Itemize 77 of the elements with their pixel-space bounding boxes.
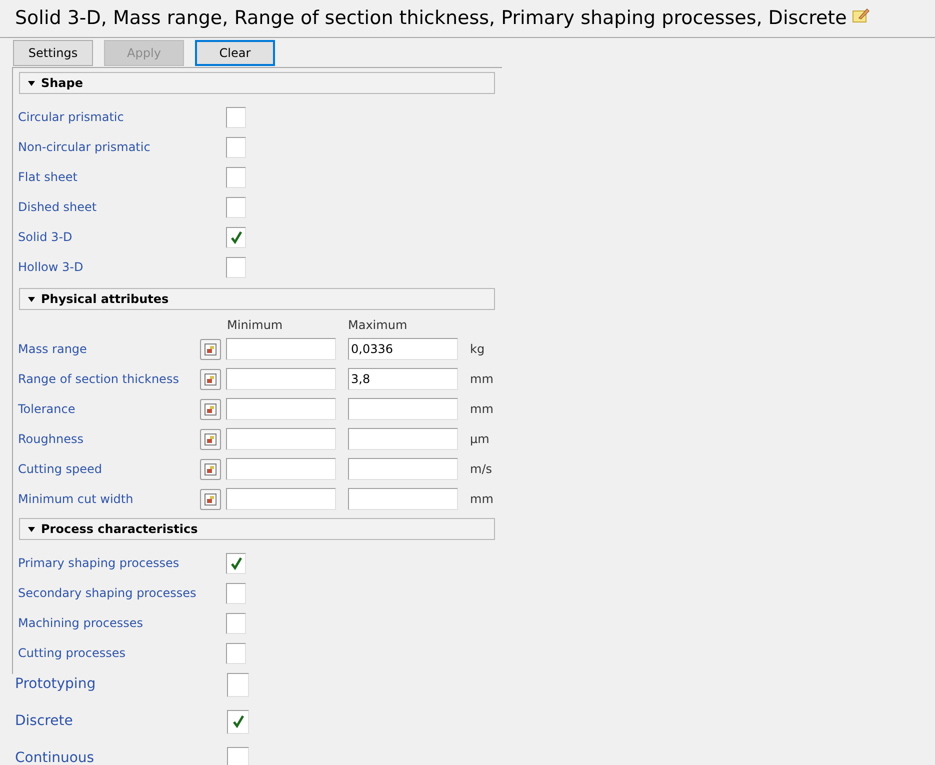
option-label: Non-circular prismatic [17, 139, 152, 156]
checkbox[interactable] [226, 582, 246, 604]
chart-icon [204, 402, 217, 416]
chart-icon [204, 342, 217, 356]
checkbox[interactable] [226, 136, 246, 158]
option-label: Solid 3-D [17, 229, 74, 246]
number-field[interactable]: 3,8 [348, 368, 458, 390]
section-header[interactable]: Shape [19, 72, 495, 94]
unit-label: mm [470, 401, 494, 418]
option-label: Secondary shaping processes [17, 585, 198, 602]
number-field[interactable] [348, 458, 458, 480]
option-label: Continuous [14, 749, 96, 765]
chart-icon [204, 462, 217, 476]
checkbox[interactable] [226, 612, 246, 634]
attribute-label: Range of section thickness [17, 371, 180, 388]
column-header: Minimum [227, 317, 284, 334]
chart-button[interactable] [200, 428, 221, 450]
unit-label: mm [470, 491, 494, 508]
option-label: Prototyping [14, 675, 97, 694]
number-field[interactable] [226, 398, 336, 420]
checkmark-icon [230, 556, 242, 570]
attribute-label: Tolerance [17, 401, 76, 418]
checkbox[interactable] [226, 106, 246, 128]
option-label: Discrete [14, 712, 74, 731]
option-label: Dished sheet [17, 199, 98, 216]
edit-icon[interactable] [852, 6, 870, 22]
chart-icon [204, 432, 217, 446]
option-label: Hollow 3-D [17, 259, 84, 276]
number-field[interactable] [226, 368, 336, 390]
option-label: Machining processes [17, 615, 144, 632]
attribute-label: Minimum cut width [17, 491, 134, 508]
chart-button[interactable] [200, 488, 221, 510]
option-label: Primary shaping processes [17, 555, 180, 572]
attribute-label: Roughness [17, 431, 84, 448]
checkbox[interactable] [227, 672, 249, 696]
window-title: Solid 3-D, Mass range, Range of section thickness, Primary shaping processes, Discrete [15, 6, 847, 32]
chart-icon [204, 372, 217, 386]
unit-label: mm [470, 371, 494, 388]
option-label: Circular prismatic [17, 109, 125, 126]
number-field[interactable] [348, 488, 458, 510]
caret-icon [28, 296, 35, 302]
attribute-label: Cutting speed [17, 461, 104, 478]
option-label: Cutting processes [17, 645, 127, 662]
number-field[interactable]: 0,0336 [348, 338, 458, 360]
column-header: Maximum [348, 317, 408, 334]
toolbar-button[interactable]: Clear [195, 40, 275, 66]
number-field[interactable] [226, 338, 336, 360]
checkbox[interactable] [226, 642, 246, 664]
checkbox[interactable] [226, 196, 246, 218]
number-field[interactable] [226, 428, 336, 450]
caret-icon [28, 80, 35, 86]
chart-button[interactable] [200, 458, 221, 480]
number-field[interactable] [348, 428, 458, 450]
chart-button[interactable] [200, 338, 221, 360]
chart-button[interactable] [200, 398, 221, 420]
unit-label: µm [470, 431, 490, 448]
section-header[interactable]: Physical attributes [19, 288, 495, 310]
checkmark-icon [232, 715, 244, 728]
checkbox[interactable] [226, 552, 246, 574]
number-field[interactable] [226, 458, 336, 480]
checkbox[interactable] [226, 256, 246, 278]
number-field[interactable] [226, 488, 336, 510]
number-field[interactable] [348, 398, 458, 420]
checkbox[interactable] [227, 746, 249, 765]
checkbox[interactable] [226, 166, 246, 188]
checkmark-icon [230, 230, 242, 244]
chart-icon [204, 492, 217, 506]
caret-icon [28, 526, 35, 532]
unit-label: m/s [470, 461, 492, 478]
toolbar-button[interactable]: Settings [13, 40, 93, 66]
section-header[interactable]: Process characteristics [19, 518, 495, 540]
unit-label: kg [470, 341, 485, 358]
attribute-label: Mass range [17, 341, 88, 358]
checkbox[interactable] [226, 226, 246, 248]
chart-button[interactable] [200, 368, 221, 390]
option-label: Flat sheet [17, 169, 78, 186]
checkbox[interactable] [227, 710, 249, 734]
